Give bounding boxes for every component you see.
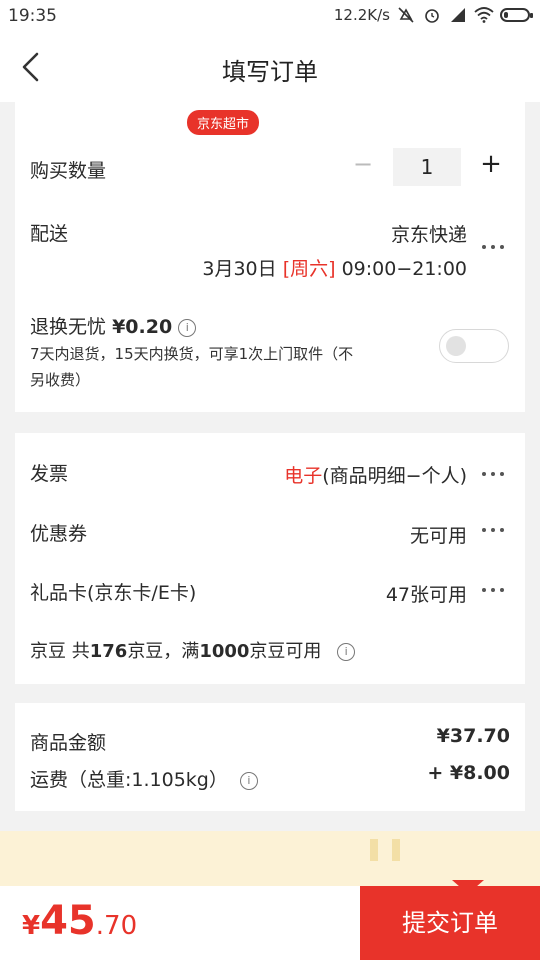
order-card: 京东超市 购买数量 − 1 + 配送 京东快递 3月30日 [周六] 09:00… [15, 102, 525, 412]
return-service: 退换无忧 ¥0.20 i [30, 312, 197, 339]
info-icon[interactable]: i [337, 643, 356, 661]
wifi-icon [474, 6, 494, 24]
shipping-row: 运费（总重:1.105kg） i [30, 765, 258, 792]
return-price: ¥0.20 [112, 316, 173, 338]
goods-amount-label: 商品金额 [30, 732, 107, 754]
battery-icon [500, 8, 533, 22]
invoice-type: 电子 [284, 465, 323, 487]
checkout-bar: ¥45.70 提交订单 [0, 880, 540, 960]
network-speed: 12.2K/s [333, 6, 390, 24]
return-description: 7天内退货，15天内换货，可享1次上门取件（不另收费） [30, 345, 354, 389]
coupon-value[interactable]: 无可用 [410, 521, 467, 548]
delivery-schedule[interactable]: 3月30日 [周六] 09:00−21:00 [202, 254, 467, 281]
store-tag: 京东超市 [187, 110, 260, 135]
total-price: ¥45.70 [22, 898, 137, 944]
delivery-time: 09:00−21:00 [341, 258, 467, 280]
shipping-amount-value: + ¥8.00 [427, 762, 510, 784]
delivery-more-icon[interactable] [482, 243, 508, 251]
quantity-input[interactable]: 1 [393, 148, 461, 186]
decor-bar [370, 839, 378, 861]
coupon-label: 优惠券 [30, 523, 88, 545]
quantity-label: 购买数量 [30, 160, 107, 182]
alarm-icon [422, 6, 442, 24]
delivery-method[interactable]: 京东快递 [391, 220, 467, 247]
return-label: 退换无忧 [30, 316, 107, 338]
shipping-label: 运费（总重:1.105kg） [30, 769, 228, 791]
summary-card: 商品金额 ¥37.70 运费（总重:1.105kg） i + ¥8.00 [15, 703, 525, 811]
nav-bar: 填写订单 [0, 32, 540, 102]
jingdou-label: 京豆 [30, 641, 66, 662]
jingdou-threshold: 1000 [199, 641, 250, 662]
status-time: 19:35 [8, 6, 57, 26]
invoice-label: 发票 [30, 463, 69, 485]
jingdou-text-3: 京豆可用 [249, 641, 322, 662]
status-bar: 19:35 12.2K/s [0, 0, 540, 32]
quantity-minus-button[interactable]: − [352, 152, 374, 176]
goods-amount-value: ¥37.70 [436, 725, 510, 747]
submit-order-button[interactable]: 提交订单 [360, 886, 540, 960]
jingdou-text-2: 京豆，满 [127, 641, 200, 662]
promo-banner [0, 831, 540, 886]
total-currency: ¥ [22, 911, 41, 941]
delivery-label: 配送 [30, 223, 69, 245]
giftcard-label: 礼品卡(京东卡/E卡) [30, 582, 197, 604]
status-icons: 12.2K/s [333, 6, 533, 24]
jingdou-text-1: 共 [71, 641, 90, 662]
jingdou-count: 176 [89, 641, 128, 662]
toggle-knob [446, 336, 466, 356]
delivery-weekday: [周六] [282, 258, 336, 280]
giftcard-value[interactable]: 47张可用 [386, 580, 467, 607]
coupon-more-icon[interactable] [482, 526, 508, 534]
decor-bar [392, 839, 400, 861]
invoice-value[interactable]: 电子(商品明细−个人) [284, 461, 467, 488]
mute-icon [396, 6, 416, 24]
options-card: 发票 电子(商品明细−个人) 优惠券 无可用 礼品卡(京东卡/E卡) 47张可用… [15, 433, 525, 684]
delivery-date: 3月30日 [202, 258, 277, 280]
page-title: 填写订单 [222, 58, 318, 86]
invoice-detail: (商品明细−个人) [322, 465, 467, 487]
info-icon[interactable]: i [178, 318, 197, 337]
invoice-more-icon[interactable] [482, 470, 508, 478]
giftcard-more-icon[interactable] [482, 586, 508, 594]
signal-icon [448, 6, 468, 24]
return-service-toggle[interactable] [439, 329, 509, 363]
info-icon[interactable]: i [239, 771, 258, 790]
quantity-plus-button[interactable]: + [480, 151, 502, 177]
jingdou-row: 京豆 共176京豆，满1000京豆可用 i [30, 637, 356, 663]
total-decimal: .70 [95, 911, 138, 941]
total-integer: 45 [40, 898, 96, 944]
